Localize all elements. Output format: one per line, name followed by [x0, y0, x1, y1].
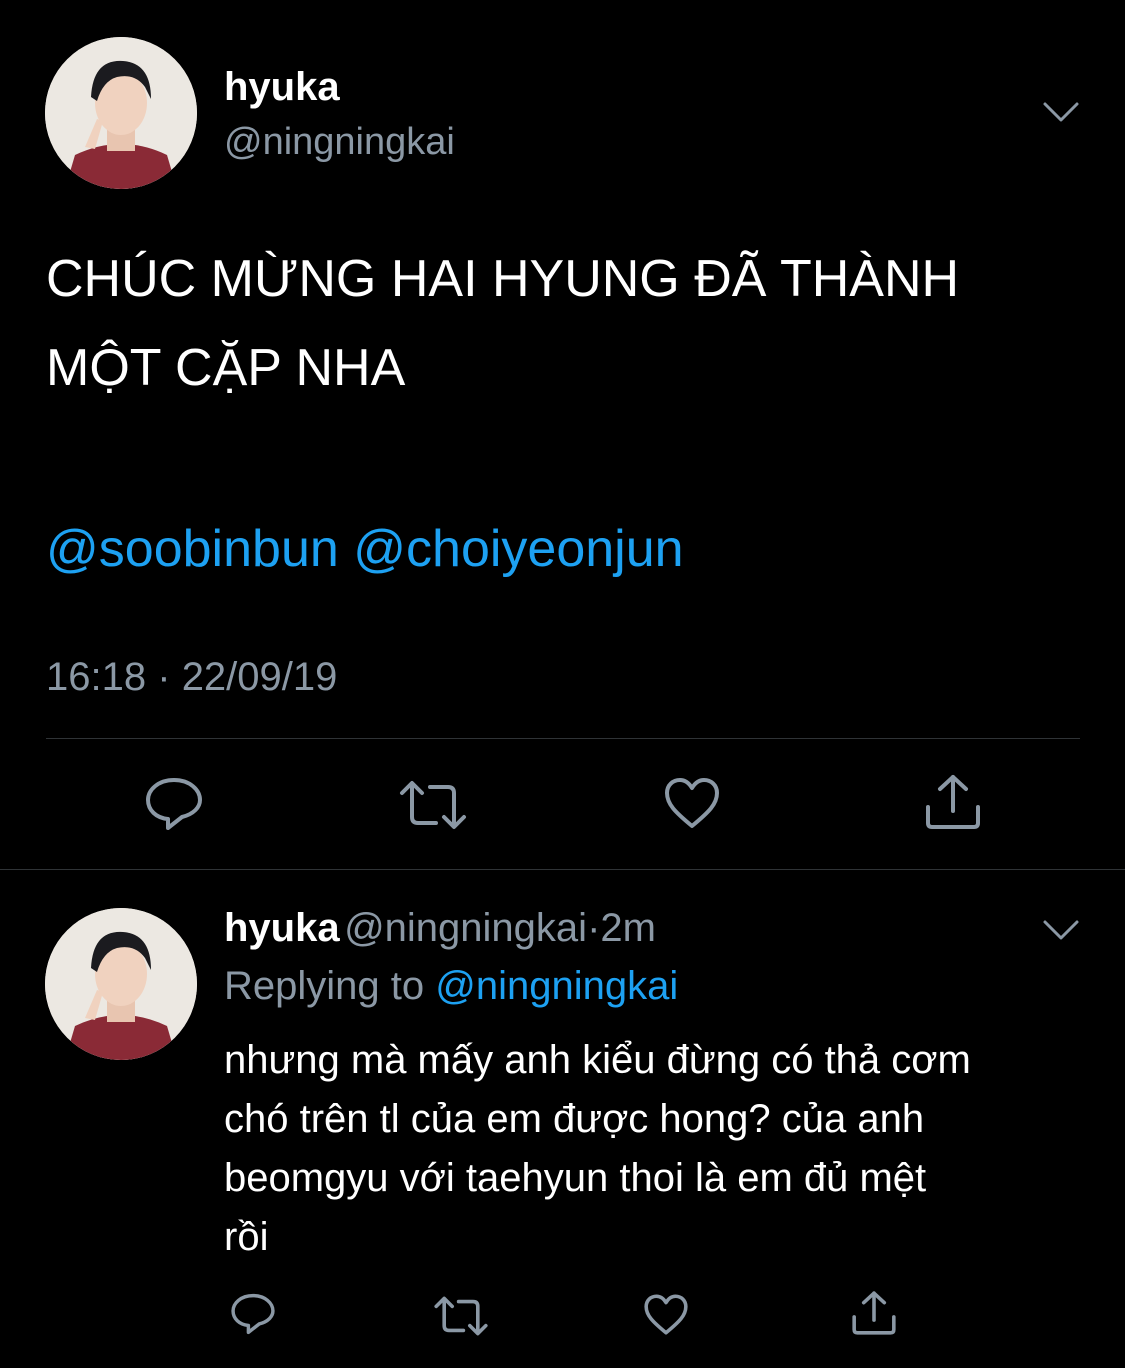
divider: [0, 869, 1125, 870]
tweet-time: 16:18: [46, 655, 147, 699]
avatar[interactable]: [45, 908, 197, 1060]
reply-text-line: rồi: [224, 1215, 269, 1259]
reply-age: 2m: [600, 906, 656, 950]
reply-text-line: beomgyu với taehyun thoi là em đủ mệt: [224, 1156, 927, 1200]
reply-header: hyuka @ningningkai·2m: [224, 906, 656, 951]
separator-dot: ·: [587, 906, 601, 950]
tweet-text: CHÚC MỪNG HAI HYUNG ĐÃ THÀNH MỘT CẶP NHA: [46, 235, 1106, 413]
chevron-down-icon[interactable]: [1041, 100, 1081, 129]
replying-label: Replying to: [224, 964, 425, 1008]
display-name[interactable]: hyuka: [224, 65, 340, 110]
chevron-down-icon[interactable]: [1041, 918, 1081, 947]
avatar[interactable]: [45, 37, 197, 189]
mention-link[interactable]: @choiyeonjun: [353, 520, 683, 578]
display-name[interactable]: hyuka: [224, 906, 340, 950]
like-icon[interactable]: [643, 1293, 689, 1336]
share-icon[interactable]: [851, 1290, 897, 1336]
replying-to: Replying to @ningningkai: [224, 964, 678, 1009]
like-icon[interactable]: [663, 776, 721, 830]
reply-text-line: chó trên tl của em được hong? của anh: [224, 1097, 925, 1141]
user-handle[interactable]: @ningningkai: [224, 121, 455, 164]
tweet-text-line: MỘT CẶP NHA: [46, 339, 406, 397]
avatar-photo: [45, 908, 197, 1060]
retweet-icon[interactable]: [433, 1295, 489, 1337]
tweet-timestamp[interactable]: 16:18 · 22/09/19: [46, 655, 337, 700]
separator-dot: ·: [157, 655, 171, 699]
reply-icon[interactable]: [230, 1292, 276, 1336]
avatar-photo: [45, 37, 197, 189]
tweet-mentions: @soobinbun @choiyeonjun: [46, 505, 684, 594]
tweet-text-line: CHÚC MỪNG HAI HYUNG ĐÃ THÀNH: [46, 250, 960, 308]
user-handle[interactable]: @ningningkai: [344, 906, 587, 950]
retweet-icon[interactable]: [398, 779, 468, 831]
divider: [46, 738, 1080, 739]
tweet-date: 22/09/19: [181, 655, 338, 699]
reply-text: nhưng mà mấy anh kiểu đừng có thả cơm ch…: [224, 1031, 1104, 1267]
share-icon[interactable]: [924, 773, 982, 831]
mention-link[interactable]: @ningningkai: [435, 964, 678, 1008]
reply-icon[interactable]: [144, 776, 204, 832]
reply-text-line: nhưng mà mấy anh kiểu đừng có thả cơm: [224, 1038, 971, 1082]
mention-link[interactable]: @soobinbun: [46, 520, 339, 578]
